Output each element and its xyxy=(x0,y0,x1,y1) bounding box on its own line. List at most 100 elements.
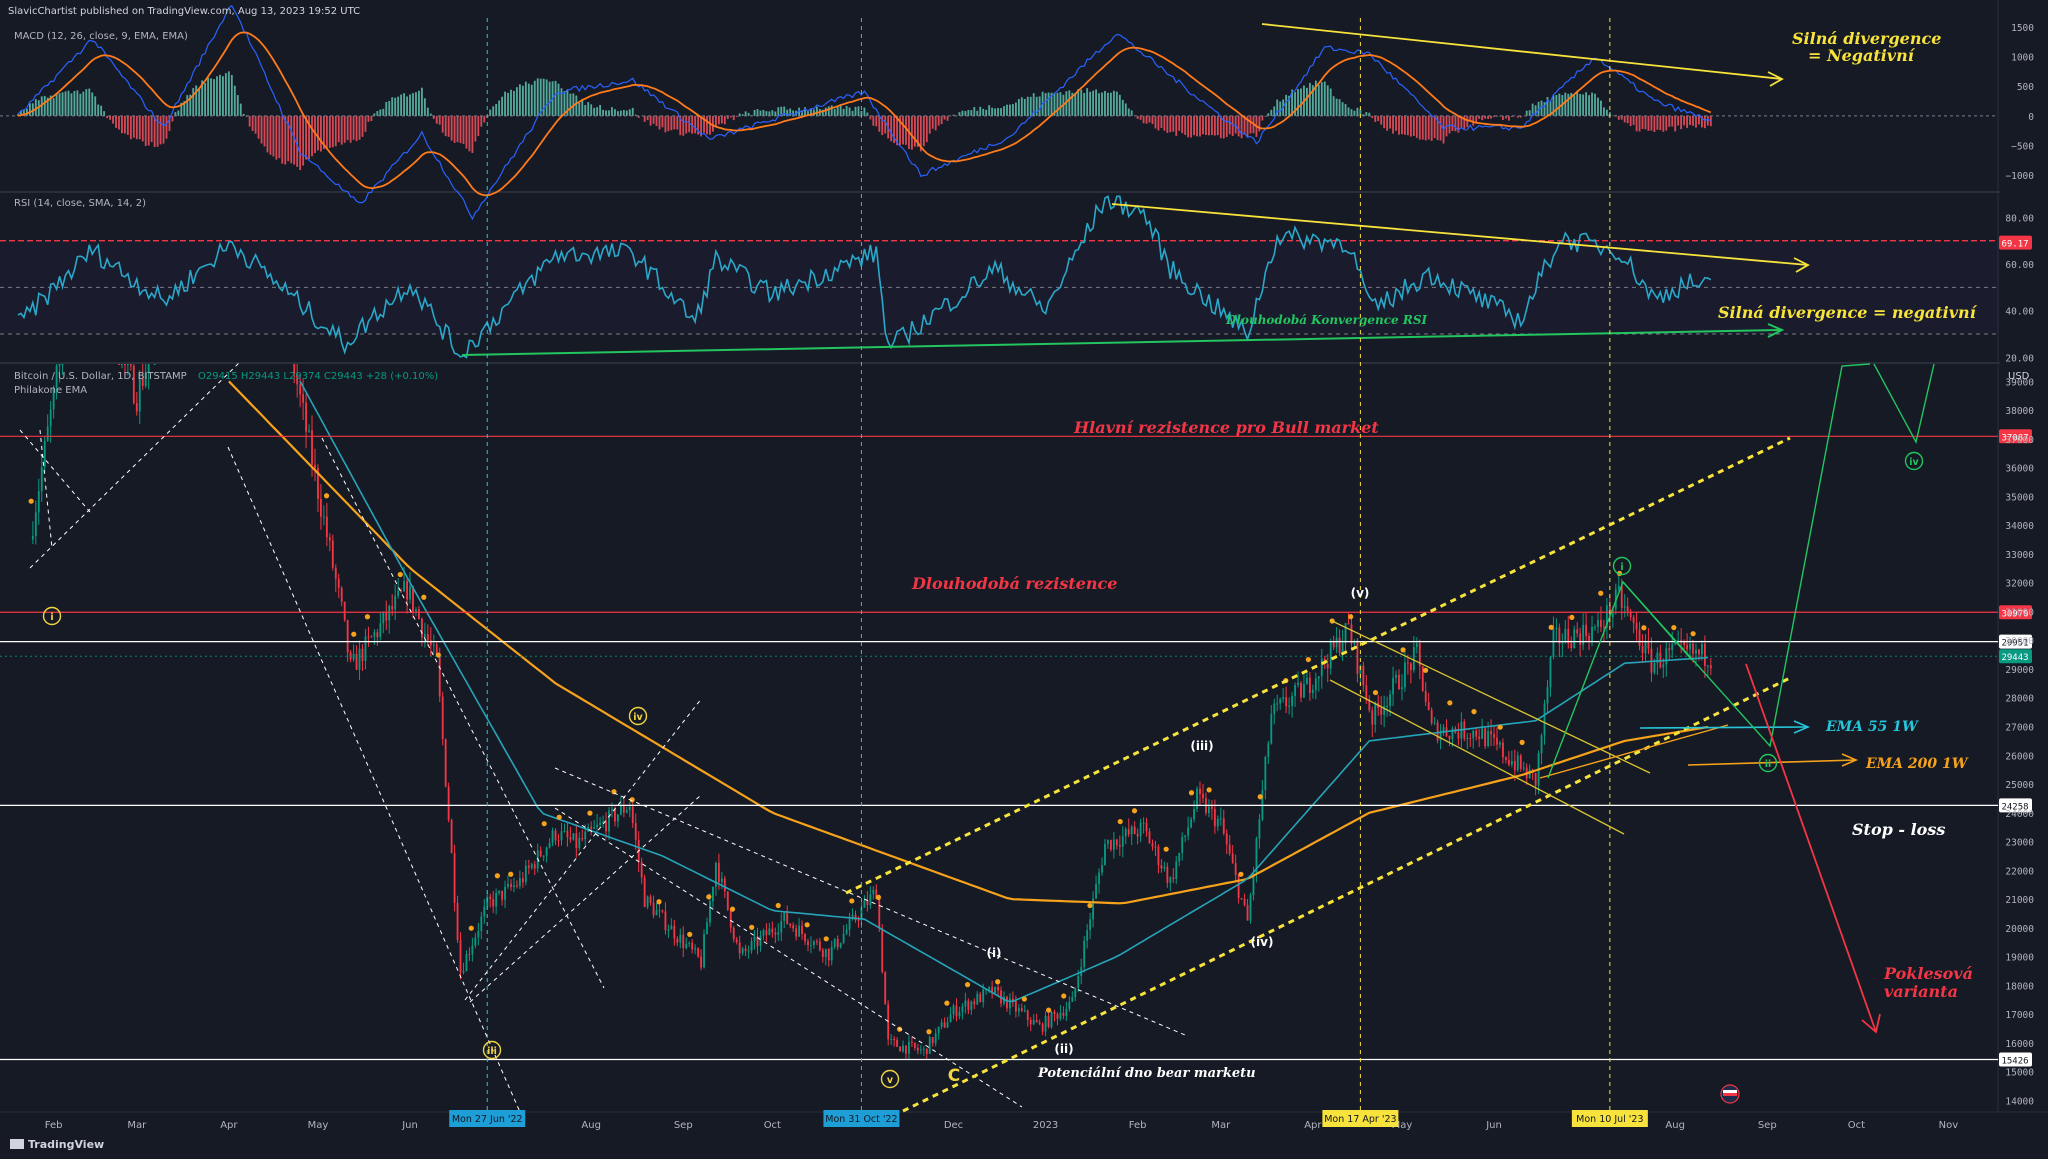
candle-body xyxy=(1038,1022,1041,1024)
ema-dot xyxy=(1163,846,1169,852)
candle[interactable] xyxy=(881,924,884,974)
wave-label[interactable]: (i) xyxy=(986,946,1001,960)
candle[interactable] xyxy=(444,738,447,788)
macd-bar xyxy=(1121,99,1124,116)
macd-bar xyxy=(584,105,587,116)
flag-icon[interactable] xyxy=(1720,1084,1740,1104)
candle[interactable] xyxy=(1196,786,1198,812)
price-axis-tick: 22000 xyxy=(2005,866,2034,877)
candle[interactable] xyxy=(453,844,456,912)
candle[interactable] xyxy=(118,363,120,365)
macd-bar xyxy=(518,84,521,116)
candle-body xyxy=(1065,1008,1068,1016)
candle[interactable] xyxy=(726,891,729,911)
macd-bar xyxy=(239,103,242,116)
macd-bar xyxy=(343,115,346,143)
currency-label[interactable]: USD xyxy=(2008,371,2030,382)
candle[interactable] xyxy=(878,894,881,932)
wave-label[interactable]: (ii) xyxy=(1054,1042,1073,1056)
candle-body xyxy=(1020,1008,1023,1011)
macd-bar xyxy=(1300,88,1302,116)
candle[interactable] xyxy=(884,971,887,1005)
candle[interactable] xyxy=(703,929,705,969)
candle[interactable] xyxy=(1484,725,1487,749)
candle-body xyxy=(818,941,821,950)
macd-legend[interactable]: MACD (12, 26, close, 9, EMA, EMA) xyxy=(14,31,188,42)
macd-bar xyxy=(444,115,447,137)
wave-label[interactable]: (iv) xyxy=(1251,935,1274,949)
wave-label[interactable]: C xyxy=(948,1066,960,1086)
candle-body xyxy=(1270,714,1273,744)
candle[interactable] xyxy=(899,1046,901,1052)
wave-label[interactable]: (iii) xyxy=(1190,739,1213,753)
macd-bar xyxy=(1279,101,1282,116)
candle-body xyxy=(658,910,661,912)
wave-label[interactable]: (v) xyxy=(1351,586,1370,600)
candle-body xyxy=(836,938,839,948)
candle-body xyxy=(1026,1010,1029,1020)
macd-bar xyxy=(619,110,622,116)
macd-bar xyxy=(1659,115,1662,131)
macd-bar xyxy=(382,108,385,116)
candle[interactable] xyxy=(1050,1011,1053,1029)
candle[interactable] xyxy=(1249,892,1252,924)
candle-body xyxy=(530,864,533,868)
price-axis-tick: 14000 xyxy=(2005,1096,2034,1107)
macd-bar xyxy=(1386,115,1389,131)
rsi-legend[interactable]: RSI (14, close, SMA, 14, 2) xyxy=(14,198,146,209)
candle[interactable] xyxy=(1083,936,1086,973)
macd-bar xyxy=(465,115,468,149)
candle-body xyxy=(1692,643,1694,654)
macd-bar xyxy=(1617,115,1620,120)
candle-body xyxy=(1240,898,1243,900)
candle[interactable] xyxy=(887,1000,890,1046)
macd-bar xyxy=(1454,115,1457,132)
candle[interactable] xyxy=(928,1035,931,1054)
trading-chart[interactable]: iiiiivv C(i)(ii)(iii)(iv)(v)iiiiv 3708730… xyxy=(0,0,2048,1159)
candle[interactable] xyxy=(643,874,646,908)
candle-body xyxy=(1534,772,1537,786)
candle-body xyxy=(1481,728,1484,739)
macd-bar xyxy=(1109,92,1112,116)
candle-body xyxy=(468,954,471,956)
candle[interactable] xyxy=(572,832,575,841)
macd-bar xyxy=(545,79,548,116)
macd-bar xyxy=(412,93,414,116)
macd-bar xyxy=(976,110,979,116)
candle-body xyxy=(1169,877,1172,883)
candle[interactable] xyxy=(697,947,700,959)
candle[interactable] xyxy=(1436,719,1439,744)
macd-bar xyxy=(1427,115,1430,140)
macd-bar xyxy=(602,109,604,116)
macd-bar xyxy=(420,87,423,116)
ema-dot xyxy=(1447,700,1453,706)
indicator-legend[interactable]: Philakone EMA xyxy=(14,385,87,396)
price-axis-tick: 17000 xyxy=(2005,1010,2034,1021)
candle[interactable] xyxy=(441,691,444,746)
macd-bar xyxy=(741,114,744,116)
macd-bar xyxy=(1564,92,1567,116)
candle-body xyxy=(1594,626,1596,628)
symbol-legend[interactable]: Bitcoin / U.S. Dollar, 1D, BITSTAMP xyxy=(14,371,187,382)
candle-body xyxy=(1053,1011,1056,1015)
candle[interactable] xyxy=(1430,707,1433,726)
price-axis-tick: 26000 xyxy=(2005,751,2034,762)
candle[interactable] xyxy=(153,364,156,365)
ema55-arrow-line[interactable] xyxy=(1639,726,1809,729)
candle-body xyxy=(1017,1008,1020,1012)
candle-body xyxy=(759,935,762,946)
candle[interactable] xyxy=(447,782,450,823)
candle-body xyxy=(1154,846,1157,848)
macd-bar xyxy=(100,105,103,116)
candle-body xyxy=(432,644,435,646)
macd-bar xyxy=(1000,108,1002,116)
ema-dot xyxy=(541,821,547,827)
macd-bar xyxy=(230,74,233,116)
macd-bar xyxy=(762,109,765,116)
candle-body xyxy=(893,1038,896,1040)
candle[interactable] xyxy=(450,818,453,854)
macd-axis-tick: 500 xyxy=(2017,82,2034,93)
candle-body xyxy=(450,819,453,853)
candle-body xyxy=(709,901,711,923)
macd-bar xyxy=(409,94,411,116)
